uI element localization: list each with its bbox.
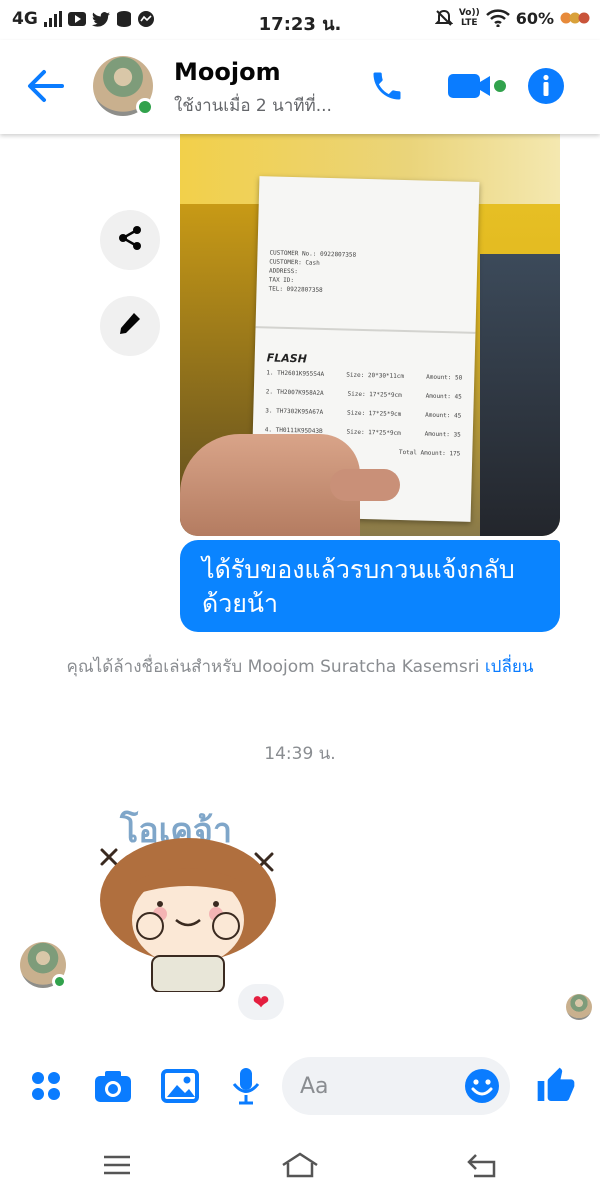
video-icon[interactable] (444, 66, 510, 106)
online-indicator (52, 974, 67, 989)
online-indicator (136, 98, 154, 116)
change-nickname-link[interactable]: เปลี่ยน (485, 657, 534, 677)
edit-button[interactable] (100, 296, 160, 356)
chat-header: Moojom ใช้งานเมื่อ 2 นาทีที่... (0, 40, 600, 134)
back-nav-icon[interactable] (463, 1148, 503, 1182)
emoji-icon[interactable] (464, 1068, 500, 1104)
pencil-icon (116, 310, 144, 342)
heart-icon: ❤ (252, 990, 270, 1014)
battery-percent: 60% (515, 8, 554, 28)
outgoing-message-bubble[interactable]: ได้รับของแล้วรบกวนแจ้งกลับ ด้วยน้า (180, 540, 560, 632)
share-icon (116, 224, 144, 256)
sticker-apron (151, 955, 225, 993)
image-icon[interactable] (156, 1062, 204, 1110)
message-input[interactable] (300, 1057, 460, 1115)
contact-name[interactable]: Moojom (174, 58, 281, 86)
info-icon[interactable] (526, 66, 566, 106)
thumbs-up-icon[interactable] (532, 1062, 580, 1110)
message-reaction[interactable]: ❤ (238, 984, 284, 1020)
notification-app-icons (560, 11, 590, 25)
home-icon[interactable] (280, 1148, 320, 1182)
notice-text: คุณได้ล้างชื่อเล่นสำหรับ Moojom Suratcha… (66, 657, 480, 677)
seen-receipt-avatar (566, 994, 592, 1020)
photo-background-chair (480, 254, 560, 536)
outgoing-message-line: ด้วยน้า (202, 589, 279, 618)
photo-thumb (330, 469, 400, 501)
contact-active-status: ใช้งานเมื่อ 2 นาทีที่... (174, 96, 332, 116)
back-arrow-icon[interactable] (26, 68, 66, 104)
photo-message[interactable]: CUSTOMER No.: 0922807358 CUSTOMER: Cash … (180, 134, 560, 536)
status-bar: 4G 17:23 น. Vo)) LTE 60% (0, 0, 600, 40)
message-input-container (282, 1057, 510, 1115)
mute-icon (434, 9, 453, 27)
outgoing-message-line: ได้รับของแล้วรบกวนแจ้งกลับ (202, 555, 515, 584)
system-nav-bar (0, 1130, 600, 1200)
apps-icon[interactable] (22, 1062, 70, 1110)
recent-apps-icon[interactable] (97, 1148, 137, 1182)
nickname-cleared-notice: คุณได้ล้างชื่อเล่นสำหรับ Moojom Suratcha… (60, 655, 540, 680)
volte-indicator: Vo)) LTE (458, 8, 480, 28)
wifi-icon (485, 9, 510, 27)
camera-icon[interactable] (89, 1062, 137, 1110)
share-button[interactable] (100, 210, 160, 270)
message-timestamp: 14:39 น. (264, 744, 336, 764)
sticker-message[interactable]: โอเคจ้า (90, 792, 290, 993)
microphone-icon[interactable] (222, 1062, 270, 1110)
phone-icon[interactable] (366, 66, 408, 106)
